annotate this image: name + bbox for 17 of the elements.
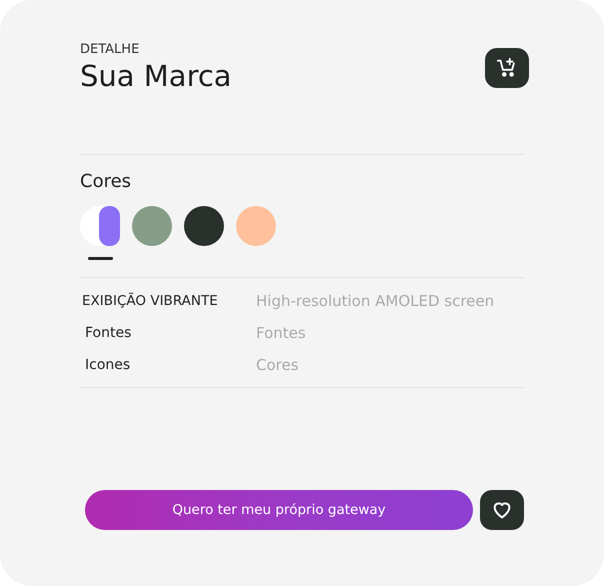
colors-label: Cores	[80, 171, 132, 192]
spec-name: EXIBIÇÃO VIBRANTE	[82, 292, 219, 308]
product-title: Sua Marca	[80, 59, 232, 93]
eyebrow-label: DETALHE	[80, 42, 140, 57]
favorite-button[interactable]	[480, 490, 524, 530]
gateway-button[interactable]: Quero ter meu próprio gateway	[85, 490, 473, 530]
spec-value: Cores	[256, 356, 299, 374]
color-swatch[interactable]	[184, 206, 224, 246]
color-swatch[interactable]	[236, 206, 276, 246]
spec-value: Fontes	[256, 324, 306, 342]
spec-name: Icones	[84, 356, 132, 372]
add-to-cart-button[interactable]	[485, 48, 529, 88]
color-swatch[interactable]	[80, 206, 120, 246]
spec-value: High-resolution AMOLED screen	[256, 292, 494, 310]
spec-name: Fontes	[84, 324, 132, 340]
cart-plus-icon	[496, 57, 518, 79]
color-swatch[interactable]	[132, 206, 172, 246]
